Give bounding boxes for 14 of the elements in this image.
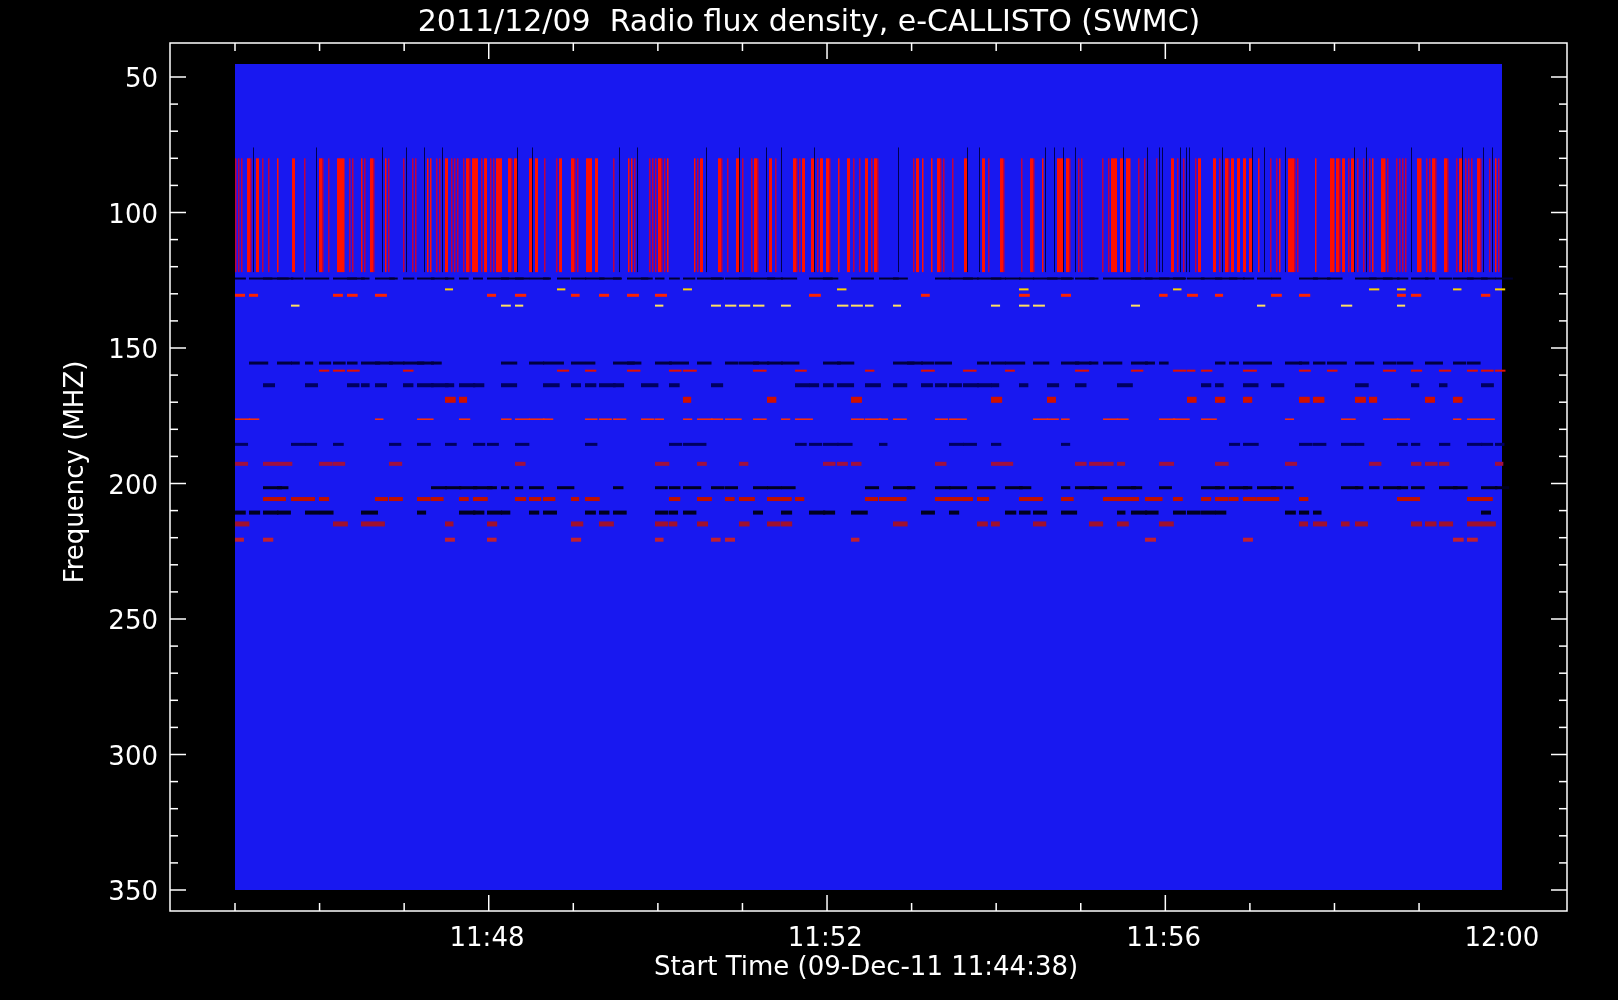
chart-title: 2011/12/09 Radio flux density, e-CALLISTO (SWMC) <box>417 3 1201 38</box>
x-tick-label: 11:48 <box>449 922 525 952</box>
x-tick-label: 11:56 <box>1126 922 1202 952</box>
x-axis-label: Start Time (09-Dec-11 11:44:38) <box>653 951 1079 981</box>
y-tick-label: 100 <box>108 198 158 229</box>
x-tick-label: 11:52 <box>787 922 863 952</box>
y-tick-label: 250 <box>108 605 158 635</box>
y-tick-label: 200 <box>108 469 158 500</box>
y-tick-label: 350 <box>108 876 158 906</box>
y-tick-label: 300 <box>108 740 158 771</box>
y-tick-label: 50 <box>124 63 158 93</box>
y-tick-label: 150 <box>108 334 158 364</box>
x-tick-label: 12:00 <box>1464 922 1540 952</box>
y-axis-label: Frequency (MHZ) <box>59 360 89 584</box>
